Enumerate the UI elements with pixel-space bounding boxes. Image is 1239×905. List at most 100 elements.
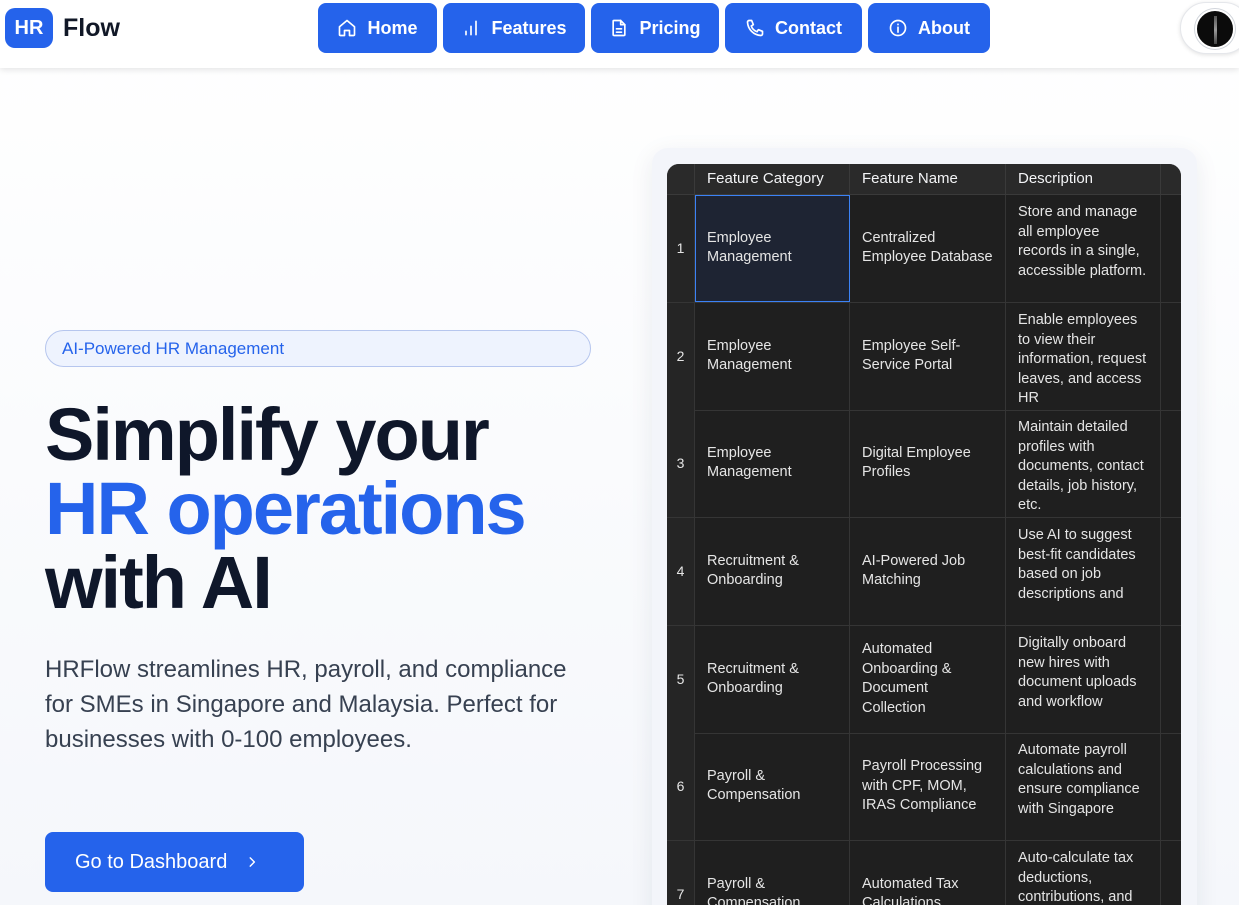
description-cell[interactable]: Enable employees to view their informati… (1006, 303, 1161, 410)
spacer-cell (1161, 195, 1181, 302)
cell-text: Centralized Employee Database (862, 229, 993, 266)
cell-text: Use AI to suggest best-fit candidates ba… (1018, 527, 1136, 602)
row-number[interactable]: 3 (667, 410, 695, 517)
nav-about-button[interactable]: About (868, 3, 990, 53)
description-cell[interactable]: Digitally onboard new hires with documen… (1006, 626, 1161, 733)
user-menu[interactable] (1180, 2, 1239, 54)
category-cell[interactable]: Employee Management (695, 410, 850, 517)
cell-text: Payroll & Compensation (707, 767, 801, 804)
table-row: 3 Employee Management Digital Employee P… (667, 410, 1181, 518)
logo[interactable]: HR Flow (5, 8, 120, 48)
row-number[interactable]: 2 (667, 303, 695, 410)
cell-text: Employee Management (707, 337, 792, 374)
row-number[interactable]: 5 (667, 626, 695, 733)
go-to-dashboard-button[interactable]: Go to Dashboard (45, 832, 304, 892)
logo-badge: HR (5, 8, 53, 48)
column-header-category[interactable]: Feature Category (695, 164, 850, 195)
feature-name-cell[interactable]: Centralized Employee Database (850, 195, 1006, 302)
info-icon (889, 19, 907, 37)
table-row: 5 Recruitment & Onboarding Automated Onb… (667, 626, 1181, 734)
cell-text: Payroll & Compensation (707, 875, 801, 905)
spacer-cell (1161, 410, 1181, 517)
phone-icon (746, 19, 764, 37)
table-row: 6 Payroll & Compensation Payroll Process… (667, 733, 1181, 841)
cell-text: Digital Employee Profiles (862, 444, 971, 481)
nav-pricing-button[interactable]: Pricing (591, 3, 719, 53)
cell-text: Store and manage all employee records in… (1018, 204, 1147, 279)
cell-text: AI-Powered Job Matching (862, 552, 966, 589)
nav-features-button[interactable]: Features (443, 3, 585, 53)
home-icon (339, 19, 356, 37)
nav-features-label: Features (491, 17, 567, 38)
description-cell[interactable]: Use AI to suggest best-fit candidates ba… (1006, 518, 1161, 625)
category-cell[interactable]: Recruitment & Onboarding (695, 626, 850, 733)
spacer-cell (1161, 518, 1181, 625)
table-row: 1 Employee Management Centralized Employ… (667, 195, 1181, 303)
table-row: 2 Employee Management Employee Self-Serv… (667, 303, 1181, 411)
cell-text: Automated Tax Calculations (862, 875, 959, 905)
feature-name-cell[interactable]: AI-Powered Job Matching (850, 518, 1006, 625)
row-number[interactable]: 4 (667, 518, 695, 625)
header-spacer (1161, 164, 1181, 195)
headline-line-1: Simplify your (45, 393, 490, 476)
hero-description: HRFlow streamlines HR, payroll, and comp… (45, 656, 567, 753)
cell-text: Employee Management (707, 229, 792, 266)
cta-label: Go to Dashboard (75, 850, 228, 873)
avatar[interactable] (1195, 9, 1235, 49)
feature-name-cell[interactable]: Automated Tax Calculations (850, 841, 1006, 905)
feature-name-cell[interactable]: Automated Onboarding & Document Collecti… (850, 626, 1006, 733)
bar-chart-icon (465, 20, 478, 36)
spacer-cell (1161, 841, 1181, 905)
column-header-name[interactable]: Feature Name (850, 164, 1006, 195)
nav-pricing-label: Pricing (639, 17, 701, 38)
description-cell[interactable]: Auto-calculate tax deductions, contribut… (1006, 841, 1161, 905)
hero-headline: Simplify your HR operations with AI (45, 393, 527, 624)
nav-home-button[interactable]: Home (318, 3, 437, 53)
category-cell[interactable]: Recruitment & Onboarding (695, 518, 850, 625)
feature-name-cell[interactable]: Employee Self-Service Portal (850, 303, 1006, 410)
table-row: 4 Recruitment & Onboarding AI-Powered Jo… (667, 518, 1181, 626)
category-cell[interactable]: Employee Management (695, 303, 850, 410)
cell-text: Employee Self-Service Portal (862, 337, 961, 374)
description-cell[interactable]: Store and manage all employee records in… (1006, 195, 1161, 302)
description-cell[interactable]: Automate payroll calculations and ensure… (1006, 733, 1161, 840)
category-cell[interactable]: Payroll & Compensation (695, 841, 850, 905)
cell-text: Recruitment & Onboarding (707, 660, 799, 697)
ai-badge: AI-Powered HR Management (45, 330, 591, 367)
category-cell[interactable]: Employee Management (695, 195, 850, 302)
headline-line-2: HR operations (45, 467, 527, 550)
category-cell[interactable]: Payroll & Compensation (695, 733, 850, 840)
cell-text: Maintain detailed profiles with document… (1018, 419, 1144, 514)
document-icon (612, 19, 627, 37)
cell-text: Digitally onboard new hires with documen… (1018, 635, 1137, 710)
cell-text: Automated Onboarding & Document Collecti… (862, 641, 952, 716)
spacer-cell (1161, 733, 1181, 840)
spacer-cell (1161, 626, 1181, 733)
row-number[interactable]: 7 (667, 841, 695, 905)
nav-contact-button[interactable]: Contact (725, 3, 862, 53)
cell-text: Auto-calculate tax deductions, contribut… (1018, 850, 1134, 905)
nav-home-label: Home (367, 17, 418, 38)
table-header: Feature Category Feature Name Descriptio… (667, 164, 1181, 195)
chevron-right-icon (249, 857, 256, 867)
table-row: 7 Payroll & Compensation Automated Tax C… (667, 841, 1181, 905)
cell-text: Recruitment & Onboarding (707, 552, 799, 589)
column-header-description[interactable]: Description (1006, 164, 1161, 195)
row-number[interactable]: 6 (667, 733, 695, 840)
row-number-header (667, 164, 695, 195)
feature-name-cell[interactable]: Digital Employee Profiles (850, 410, 1006, 517)
logo-text: Flow (63, 13, 120, 42)
top-navbar: HR Flow Home Features Pricing Contact Ab… (0, 0, 1239, 68)
nav-about-label: About (918, 17, 970, 38)
cell-text: Employee Management (707, 444, 792, 481)
cell-text: Automate payroll calculations and ensure… (1018, 742, 1140, 817)
cell-text: Payroll Processing with CPF, MOM, IRAS C… (862, 757, 983, 814)
cell-text: Enable employees to view their informati… (1018, 312, 1147, 407)
main-nav: Home Features Pricing Contact About (318, 3, 990, 53)
feature-name-cell[interactable]: Payroll Processing with CPF, MOM, IRAS C… (850, 733, 1006, 840)
feature-table: Feature Category Feature Name Descriptio… (667, 164, 1181, 905)
row-number[interactable]: 1 (667, 195, 695, 302)
spacer-cell (1161, 303, 1181, 410)
headline-line-3: with AI (45, 541, 273, 624)
description-cell[interactable]: Maintain detailed profiles with document… (1006, 410, 1161, 517)
